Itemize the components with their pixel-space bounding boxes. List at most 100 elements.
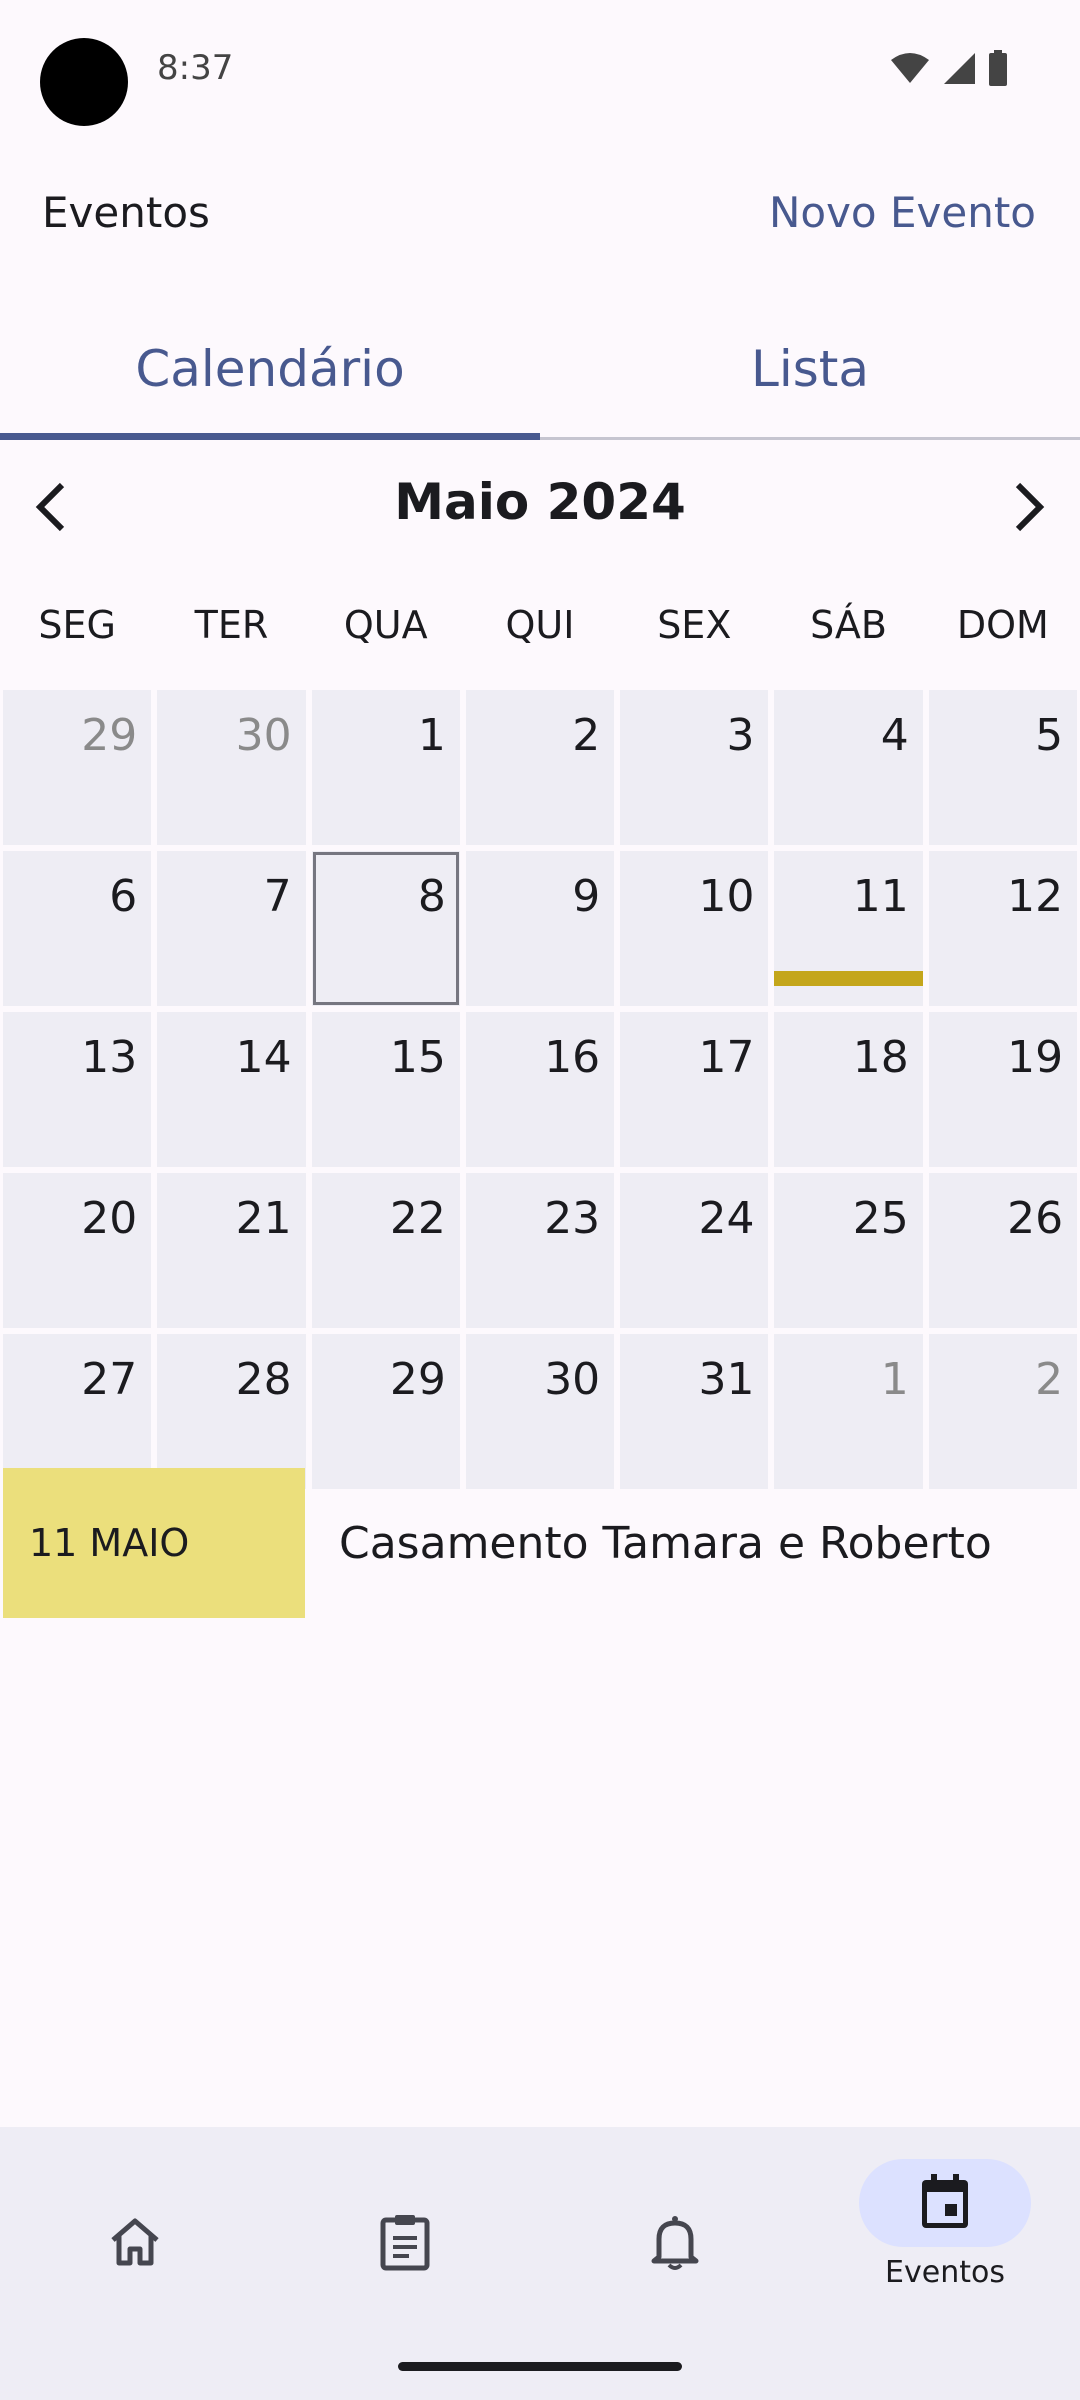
day-number: 21 (235, 1193, 292, 1244)
day-number: 10 (698, 871, 755, 922)
tab-lista[interactable]: Lista (540, 300, 1080, 437)
day-number: 13 (81, 1032, 138, 1083)
day-cell[interactable]: 15 (311, 1012, 460, 1167)
day-cell[interactable]: 31 (620, 1334, 769, 1489)
day-number: 2 (1035, 1354, 1064, 1405)
day-cell[interactable]: 17 (620, 1012, 769, 1167)
calendar-grid: 29 30 1 2 3 4 5 6 7 8 9 10 11 12 13 14 15 16 17 18 19 20 21 22 2… (0, 687, 1080, 1492)
clipboard-icon (370, 2207, 440, 2277)
day-cell[interactable]: 23 (465, 1173, 615, 1328)
day-cell[interactable]: 22 (311, 1173, 460, 1328)
event-title: Casamento Tamara e Roberto (339, 1517, 992, 1569)
day-cell[interactable]: 28 (157, 1334, 306, 1489)
day-cell[interactable]: 16 (465, 1012, 615, 1167)
day-number: 18 (852, 1032, 909, 1083)
day-number: 1 (880, 1354, 909, 1405)
day-cell[interactable]: 30 (157, 690, 306, 845)
day-cell[interactable]: 19 (928, 1012, 1078, 1167)
day-number: 24 (698, 1193, 755, 1244)
day-number: 5 (1035, 710, 1064, 761)
day-cell[interactable]: 7 (157, 851, 306, 1006)
weekday-label: DOM (956, 603, 1049, 647)
home-indicator[interactable] (398, 2362, 682, 2371)
day-number: 28 (235, 1354, 292, 1405)
day-number: 29 (389, 1354, 446, 1405)
day-cell[interactable]: 13 (3, 1012, 152, 1167)
day-cell[interactable]: 20 (3, 1173, 152, 1328)
day-number: 4 (880, 710, 909, 761)
day-cell[interactable]: 26 (928, 1173, 1078, 1328)
weekday-label: QUA (343, 603, 428, 647)
day-number: 26 (1007, 1193, 1064, 1244)
day-cell[interactable]: 21 (157, 1173, 306, 1328)
day-number: 15 (389, 1032, 446, 1083)
day-number: 3 (726, 710, 755, 761)
event-date: 11 MAIO (3, 1468, 305, 1618)
day-cell[interactable]: 29 (311, 1334, 460, 1489)
wifi-icon (891, 53, 929, 83)
nav-eventos[interactable]: Eventos (810, 2127, 1080, 2400)
day-cell[interactable]: 10 (620, 851, 769, 1006)
day-cell[interactable]: 2 (465, 690, 615, 845)
day-number: 12 (1007, 871, 1064, 922)
month-title: Maio 2024 (394, 473, 686, 531)
day-cell[interactable]: 24 (620, 1173, 769, 1328)
day-number: 31 (698, 1354, 755, 1405)
day-number: 6 (109, 871, 138, 922)
day-number: 22 (389, 1193, 446, 1244)
day-cell[interactable]: 1 (774, 1334, 923, 1489)
event-indicator (774, 971, 923, 986)
app-bar: Eventos Novo Evento (0, 170, 1080, 260)
day-cell[interactable]: 9 (465, 851, 615, 1006)
weekday-header: SEG TER QUA QUI SEX SÁB DOM (0, 590, 1080, 660)
day-cell[interactable]: 30 (465, 1334, 615, 1489)
day-number: 30 (544, 1354, 601, 1405)
day-number: 14 (235, 1032, 292, 1083)
day-cell[interactable]: 3 (620, 690, 769, 845)
next-month-button[interactable] (998, 475, 1062, 539)
day-cell[interactable]: 12 (928, 851, 1078, 1006)
day-number: 30 (235, 710, 292, 761)
event-list-item[interactable]: 11 MAIO Casamento Tamara e Roberto (0, 1468, 1080, 1618)
day-cell[interactable]: 6 (3, 851, 152, 1006)
day-cell[interactable]: 1 (311, 690, 460, 845)
new-event-button[interactable]: Novo Evento (769, 188, 1036, 237)
nav-label-eventos: Eventos (885, 2255, 1005, 2290)
day-number: 1 (417, 710, 446, 761)
camera-cutout (40, 38, 128, 126)
bell-icon (640, 2207, 710, 2277)
day-cell[interactable]: 2 (928, 1334, 1078, 1489)
day-number: 8 (417, 871, 446, 922)
day-cell[interactable]: 27 (3, 1334, 152, 1489)
month-navigation: Maio 2024 (0, 455, 1080, 555)
tab-calendario[interactable]: Calendário (0, 300, 540, 440)
status-bar: 8:37 (0, 0, 1080, 140)
page-title: Eventos (42, 188, 210, 237)
battery-icon (989, 50, 1007, 86)
weekday-label: SEG (38, 603, 116, 647)
nav-notifications[interactable] (540, 2127, 810, 2400)
day-cell[interactable]: 5 (928, 690, 1078, 845)
weekday-label: QUI (505, 603, 575, 647)
weekday-label: SÁB (810, 603, 887, 647)
day-cell[interactable]: 14 (157, 1012, 306, 1167)
day-cell[interactable]: 4 (774, 690, 923, 845)
day-number: 7 (263, 871, 292, 922)
day-cell[interactable]: 25 (774, 1173, 923, 1328)
chevron-right-icon (1015, 482, 1045, 532)
tab-bar: Calendário Lista (0, 300, 1080, 440)
bottom-navigation: Eventos (0, 2127, 1080, 2400)
day-cell[interactable]: 18 (774, 1012, 923, 1167)
day-cell[interactable]: 11 (774, 851, 923, 1006)
weekday-label: SEX (657, 603, 732, 647)
status-time: 8:37 (157, 48, 234, 88)
nav-tasks[interactable] (270, 2127, 540, 2400)
day-number: 25 (852, 1193, 909, 1244)
day-cell[interactable]: 29 (3, 690, 152, 845)
signal-icon (944, 53, 975, 84)
day-number: 27 (81, 1354, 138, 1405)
nav-home[interactable] (0, 2127, 270, 2400)
day-number: 23 (544, 1193, 601, 1244)
day-number: 2 (572, 710, 601, 761)
day-cell-today[interactable]: 8 (311, 851, 460, 1006)
